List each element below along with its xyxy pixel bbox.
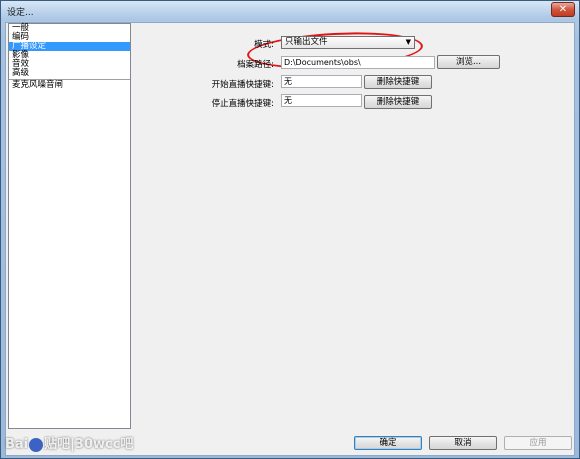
- title-bar[interactable]: 设定... ✕: [1, 1, 579, 21]
- stop-hotkey-label: 停止直播快捷键:: [211, 99, 274, 109]
- cancel-button[interactable]: 取消: [429, 436, 497, 450]
- mode-label: 模式:: [254, 40, 274, 50]
- sidebar-item-advanced[interactable]: 高级: [9, 69, 130, 78]
- watermark-extra: |30wcc吧: [70, 437, 134, 452]
- settings-category-list[interactable]: 一般 编码 广播设定 影像 音效 高级 麦克风噪音闸: [8, 23, 131, 429]
- path-label: 档案路径:: [237, 60, 274, 70]
- settings-window: 设定... ✕ 一般 编码 广播设定 影像 音效 高级 麦克风噪音闸 模式: 只…: [0, 0, 580, 459]
- mode-select-value: 只输出文件: [285, 37, 328, 47]
- chevron-down-icon: ▼: [405, 38, 411, 46]
- window-title: 设定...: [7, 8, 34, 18]
- clear-stop-hotkey-button[interactable]: 删除快捷键: [364, 95, 432, 109]
- watermark-suffix: 贴吧: [44, 437, 71, 452]
- apply-button[interactable]: 应用: [504, 436, 572, 450]
- baidu-tieba-watermark: Bai 贴吧|30wcc吧: [5, 433, 133, 452]
- mode-select[interactable]: 只输出文件 ▼: [281, 36, 415, 49]
- start-hotkey-label: 开始直播快捷键:: [211, 80, 274, 90]
- start-hotkey-field[interactable]: 无: [281, 75, 362, 88]
- ok-button[interactable]: 确定: [354, 436, 422, 450]
- close-button[interactable]: ✕: [551, 2, 575, 17]
- sidebar-item-noise-gate[interactable]: 麦克风噪音闸: [9, 81, 130, 90]
- watermark-prefix: Bai: [5, 437, 29, 452]
- dialog-client-area: 一般 编码 广播设定 影像 音效 高级 麦克风噪音闸 模式: 只输出文件 ▼ 档…: [5, 22, 575, 456]
- clear-start-hotkey-button[interactable]: 删除快捷键: [364, 75, 432, 89]
- stop-hotkey-field[interactable]: 无: [281, 94, 362, 107]
- path-field[interactable]: D:\Documents\obs\: [281, 56, 435, 69]
- baidu-paw-icon: [29, 437, 44, 452]
- browse-button[interactable]: 浏览...: [437, 55, 500, 69]
